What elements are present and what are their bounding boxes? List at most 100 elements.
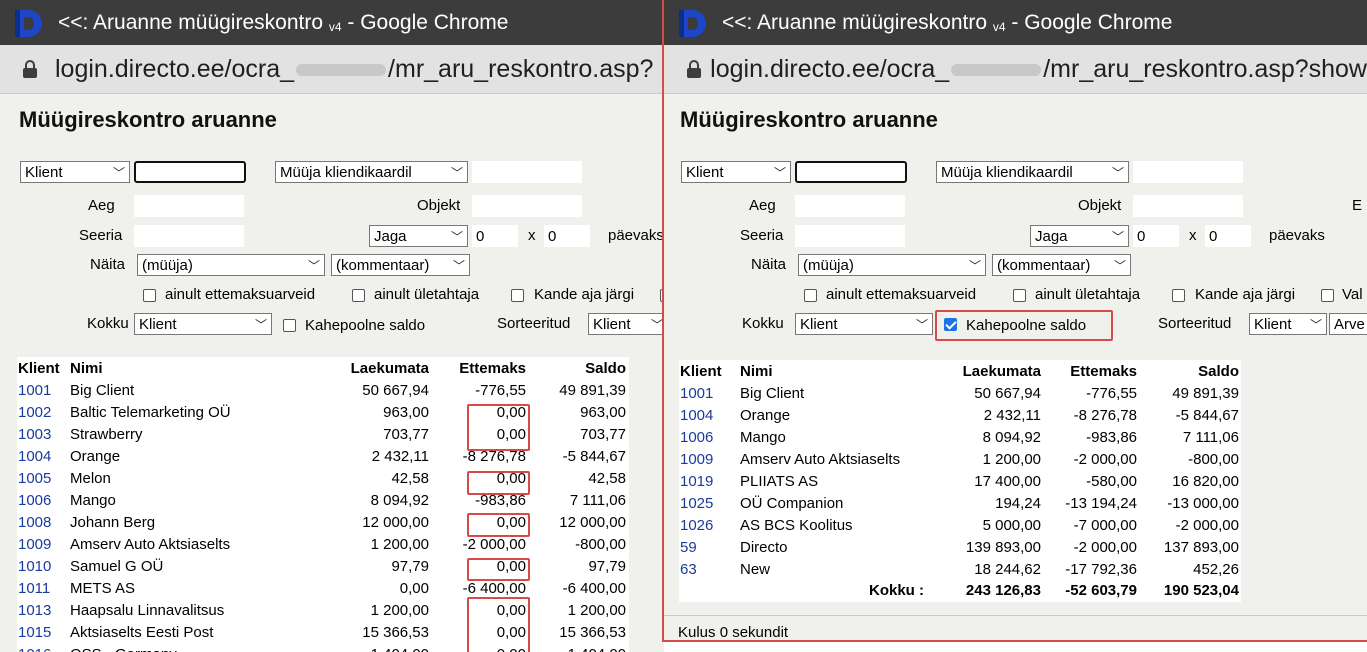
objekt-input[interactable] bbox=[472, 195, 582, 217]
saldo-value: 97,79 bbox=[588, 558, 626, 575]
muuja-select[interactable]: Müüja kliendikaardil ﹀ bbox=[936, 161, 1129, 183]
client-code-link[interactable]: 1006 bbox=[18, 490, 51, 512]
jaga-input[interactable]: 0 bbox=[1133, 225, 1179, 247]
klient-input[interactable] bbox=[795, 161, 907, 183]
muuja-select[interactable]: Müüja kliendikaardil ﹀ bbox=[275, 161, 468, 183]
kande-checkbox[interactable] bbox=[511, 289, 524, 302]
kokku-select[interactable]: Klient ﹀ bbox=[134, 313, 272, 335]
url-text[interactable]: login.directo.ee/ocra_/mr_aru_reskontro.… bbox=[710, 55, 1367, 84]
kahepoolne-checkbox[interactable] bbox=[283, 319, 296, 332]
seeria-input[interactable] bbox=[134, 225, 244, 247]
x-input[interactable]: 0 bbox=[1205, 225, 1251, 247]
client-code-link[interactable]: 1016 bbox=[18, 644, 51, 652]
col-nimi[interactable]: Nimi bbox=[70, 358, 103, 380]
laekumata-value: 12 000,00 bbox=[362, 514, 429, 531]
client-code-link[interactable]: 1015 bbox=[18, 622, 51, 644]
client-code-link[interactable]: 1009 bbox=[680, 449, 713, 471]
saldo-value: -6 400,00 bbox=[562, 580, 626, 597]
table-row: 1015 Aktsiaselts Eesti Post 15 366,53 0,00 1… bbox=[17, 622, 629, 644]
col-laekumata[interactable]: Laekumata bbox=[317, 358, 429, 380]
aeg-input[interactable] bbox=[795, 195, 905, 217]
col-ettemaks[interactable]: Ettemaks bbox=[429, 358, 526, 380]
address-bar[interactable]: login.directo.ee/ocra_/mr_aru_reskontro.… bbox=[0, 45, 664, 94]
address-bar[interactable]: login.directo.ee/ocra_/mr_aru_reskontro.… bbox=[664, 45, 1367, 94]
highlight-box bbox=[467, 513, 530, 537]
chevron-down-icon: ﹀ bbox=[254, 317, 267, 332]
page-title: Müügireskontro aruanne bbox=[680, 107, 938, 132]
klient-input[interactable] bbox=[134, 161, 246, 183]
uletahtaja-checkbox[interactable] bbox=[1013, 289, 1026, 302]
aeg-input[interactable] bbox=[134, 195, 244, 217]
kokku-label: Kokku bbox=[742, 315, 784, 332]
client-name: Amserv Auto Aktsiaselts bbox=[70, 536, 231, 553]
client-code-link[interactable]: 1026 bbox=[680, 515, 713, 537]
client-code-link[interactable]: 63 bbox=[680, 559, 697, 581]
client-code-link[interactable]: 1004 bbox=[18, 446, 51, 468]
naita-select[interactable]: (müüja) ﹀ bbox=[137, 254, 325, 276]
col-saldo[interactable]: Saldo bbox=[526, 358, 626, 380]
muuja-input[interactable] bbox=[472, 161, 582, 183]
kande-checkbox[interactable] bbox=[1172, 289, 1185, 302]
kokku-select[interactable]: Klient ﹀ bbox=[795, 313, 933, 335]
table-row: 1001 Big Client 50 667,94 -776,55 49 891,39 bbox=[679, 383, 1241, 405]
muuja-input[interactable] bbox=[1133, 161, 1243, 183]
naita-select[interactable]: (müüja) ﹀ bbox=[798, 254, 986, 276]
jaga-input[interactable]: 0 bbox=[472, 225, 518, 247]
blurred-url-segment bbox=[296, 63, 387, 76]
objekt-input[interactable] bbox=[1133, 195, 1243, 217]
client-code-link[interactable]: 1025 bbox=[680, 493, 713, 515]
ettemaks-checkbox[interactable] bbox=[143, 289, 156, 302]
saldo-value: -2 000,00 bbox=[1175, 517, 1239, 534]
saldo-value: 15 366,53 bbox=[559, 624, 626, 641]
kommentaar-select[interactable]: (kommentaar) ﹀ bbox=[331, 254, 470, 276]
client-code-link[interactable]: 59 bbox=[680, 537, 697, 559]
client-code-link[interactable]: 1003 bbox=[18, 424, 51, 446]
client-name: Mango bbox=[740, 429, 786, 446]
col-laekumata[interactable]: Laekumata bbox=[929, 361, 1041, 383]
laekumata-value: 17 400,00 bbox=[974, 473, 1041, 490]
sort-select[interactable]: Klient ﹀ bbox=[1249, 313, 1327, 335]
laekumata-value: 0,00 bbox=[399, 580, 429, 597]
uletahtaja-checkbox[interactable] bbox=[352, 289, 365, 302]
sort-select[interactable]: Klient ﹀ bbox=[588, 313, 664, 335]
klient-select[interactable]: Klient ﹀ bbox=[20, 161, 130, 183]
client-name: Orange bbox=[70, 448, 121, 465]
client-code-link[interactable]: 1013 bbox=[18, 600, 51, 622]
ettemaks-checkbox[interactable] bbox=[804, 289, 817, 302]
x-input[interactable]: 0 bbox=[544, 225, 590, 247]
col-nimi[interactable]: Nimi bbox=[740, 361, 773, 383]
seeria-input[interactable] bbox=[795, 225, 905, 247]
klient-select[interactable]: Klient ﹀ bbox=[681, 161, 791, 183]
jaga-select[interactable]: Jaga ﹀ bbox=[1030, 225, 1129, 247]
client-code-link[interactable]: 1001 bbox=[18, 380, 51, 402]
client-code-link[interactable]: 1019 bbox=[680, 471, 713, 493]
client-code-link[interactable]: 1004 bbox=[680, 405, 713, 427]
table-row: 1004 Orange 2 432,11 -8 276,78 -5 844,67 bbox=[17, 446, 629, 468]
laekumata-value: 50 667,94 bbox=[362, 382, 429, 399]
page-title: Müügireskontro aruanne bbox=[19, 107, 277, 132]
title-bar: <<: Aruanne müügireskontro v4 - Google C… bbox=[664, 0, 1367, 45]
kommentaar-select[interactable]: (kommentaar) ﹀ bbox=[992, 254, 1131, 276]
col-saldo[interactable]: Saldo bbox=[1137, 361, 1239, 383]
saldo-value: 703,77 bbox=[580, 426, 626, 443]
url-text[interactable]: login.directo.ee/ocra_/mr_aru_reskontro.… bbox=[55, 55, 653, 84]
saldo-value: -800,00 bbox=[1188, 451, 1239, 468]
table-row: 1004 Orange 2 432,11 -8 276,78 -5 844,67 bbox=[679, 405, 1241, 427]
client-code-link[interactable]: 1011 bbox=[18, 578, 50, 600]
client-code-link[interactable]: 1006 bbox=[680, 427, 713, 449]
client-code-link[interactable]: 1009 bbox=[18, 534, 51, 556]
client-code-link[interactable]: 1002 bbox=[18, 402, 51, 424]
saldo-value: -13 000,00 bbox=[1167, 495, 1239, 512]
arve-select[interactable]: Arve bbox=[1329, 313, 1367, 335]
col-klient[interactable]: Klient bbox=[680, 361, 722, 383]
client-name: PLIIATS AS bbox=[740, 473, 819, 490]
client-code-link[interactable]: 1010 bbox=[18, 556, 51, 578]
client-code-link[interactable]: 1001 bbox=[680, 383, 713, 405]
kahepoolne-checkbox[interactable] bbox=[944, 318, 957, 331]
val-checkbox[interactable] bbox=[1321, 289, 1334, 302]
jaga-select[interactable]: Jaga ﹀ bbox=[369, 225, 468, 247]
client-code-link[interactable]: 1005 bbox=[18, 468, 51, 490]
client-code-link[interactable]: 1008 bbox=[18, 512, 51, 534]
col-ettemaks[interactable]: Ettemaks bbox=[1041, 361, 1137, 383]
col-klient[interactable]: Klient bbox=[18, 358, 60, 380]
